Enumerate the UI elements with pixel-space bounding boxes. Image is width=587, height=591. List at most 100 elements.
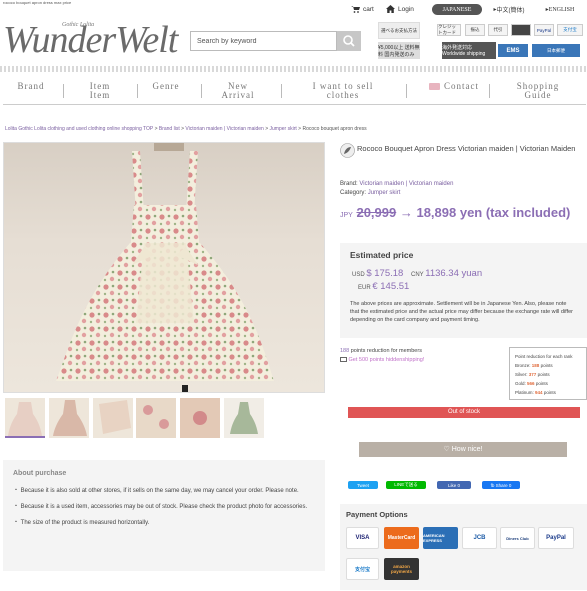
rank-row: Silver: 377 points — [515, 372, 550, 377]
lang-jp-label: JAPANESE — [442, 6, 472, 13]
breadcrumb-home[interactable]: Lolita Gothic Lolita clothing and used c… — [5, 126, 153, 132]
amazon-payments-logo: amazon payments — [384, 558, 419, 580]
about-note-3: ・ The size of the product is measured ho… — [13, 520, 150, 526]
worldwide-shipping-badge: 海外発送対応 Worldwide shipping — [442, 42, 496, 59]
free-shipping-badge: ¥5,000以上 送料無料 国内発送のみ — [378, 42, 420, 59]
thumbnail[interactable] — [180, 398, 220, 438]
diners-logo: Diners Club — [500, 527, 535, 549]
brand-icon — [340, 143, 355, 160]
nav-new-arrival[interactable]: New Arrival — [213, 82, 263, 108]
fb-share-button[interactable]: fb Share 0 — [482, 481, 520, 489]
amazon-pay-badge — [511, 24, 531, 36]
search-icon — [343, 35, 355, 47]
tweet-button[interactable]: Tweet — [348, 481, 378, 489]
breadcrumb-current: Rococo bouquet apron dress — [302, 126, 367, 132]
shipping-points[interactable]: Get 500 points hiddenshipping! — [340, 357, 424, 363]
cart-link[interactable]: cart — [351, 5, 374, 13]
brand-label: Brand: — [340, 181, 358, 187]
login-link[interactable]: Login — [386, 5, 414, 13]
estimate-note: The above prices are approximate. Settle… — [350, 301, 573, 323]
lace-divider — [0, 66, 587, 72]
nav-contact[interactable]: Contact — [421, 82, 487, 108]
thumbnail-strip — [3, 398, 325, 440]
line-button[interactable]: LINEで送る — [386, 481, 426, 489]
thumbnail[interactable] — [5, 398, 45, 438]
shipping-points-text: Get 500 points hiddenshipping! — [348, 357, 425, 363]
estimated-price-panel: Estimated price USD $ 175.18 CNY 1136.34… — [340, 243, 587, 338]
about-heading: About purchase — [13, 470, 67, 477]
language-japanese[interactable]: JAPANESE — [432, 4, 482, 15]
nice-label: How nice! — [451, 446, 483, 453]
dress-image — [56, 143, 274, 392]
nav-separator — [137, 84, 138, 98]
nav-arrival-label: Arrival — [221, 90, 255, 100]
rank-title: Point reduction for each rank — [515, 354, 573, 359]
breadcrumb-category[interactable]: Jumper skirt — [270, 126, 297, 132]
thumbnail[interactable] — [136, 398, 176, 438]
login-label: Login — [398, 5, 414, 13]
out-of-stock-badge: Out of stock — [348, 407, 580, 418]
nav-brand[interactable]: Brand — [3, 82, 59, 108]
payment-options-heading: Payment Options — [346, 510, 408, 519]
eur-label: EUR — [358, 285, 371, 291]
product-price: JPY 20,999 → 18,898 yen (tax included) — [340, 205, 585, 222]
amex-logo: AMERICAN EXPRESS — [423, 527, 458, 549]
main-nav: Brand Item Item Genre New Arrival I want t… — [3, 79, 586, 105]
nice-button[interactable]: ♡ How nice! — [359, 442, 567, 457]
member-points: 188 points reduction for members — [340, 348, 422, 354]
payment-methods-label: 選べるお支払方法 — [378, 22, 420, 39]
language-chinese[interactable]: ▸ 中文(簡体) — [486, 4, 532, 15]
nav-shopping-guide[interactable]: Shopping Guide — [505, 82, 571, 108]
nav-brand-label: Brand — [17, 81, 45, 91]
thumbnail[interactable] — [49, 398, 89, 438]
nav-sell-clothes[interactable]: I want to sell clothes — [303, 82, 383, 108]
points-value: 188 — [340, 348, 350, 354]
usd-value: $ 175.18 — [366, 268, 404, 279]
about-note-1: ・ Because it is also sold at other store… — [13, 488, 299, 494]
alipay-logo: 支付宝 — [346, 558, 379, 580]
nav-sell-label-2: clothes — [326, 90, 360, 100]
language-english[interactable]: ▸ ENGLISH — [537, 4, 583, 15]
about-note-2: ・ Because it is a used item, accessories… — [13, 504, 308, 510]
product-category: Category: Jumper skirt — [340, 190, 400, 196]
brand-link[interactable]: Victorian maiden | Victorian maiden — [359, 181, 453, 187]
rank-row: Gold: 566 points — [515, 381, 548, 386]
product-brand: Brand: Victorian maiden | Victorian maid… — [340, 181, 453, 187]
breadcrumb-brand[interactable]: Victorian maiden | Victorian maiden — [185, 126, 263, 132]
japan-post-badge: 日本郵便 — [532, 44, 580, 57]
rank-row: Bronze: 188 points — [515, 363, 553, 368]
estimate-heading: Estimated price — [350, 250, 414, 260]
nav-separator — [201, 84, 202, 98]
ems-badge: EMS — [498, 44, 528, 57]
heart-icon: ♡ — [443, 446, 450, 453]
cash-on-delivery-badge: 代引 — [488, 24, 508, 36]
product-title: Rococo Bouquet Apron Dress Victorian mai… — [357, 144, 576, 153]
fb-like-button[interactable]: Like 0 — [437, 481, 471, 489]
nav-genre-label: Genre — [152, 81, 180, 91]
breadcrumb-brand-list[interactable]: Brand list — [159, 126, 180, 132]
thumbnail[interactable] — [224, 398, 264, 438]
lang-en-label: ENGLISH — [548, 6, 575, 13]
nav-genre[interactable]: Genre — [143, 82, 189, 108]
nav-separator — [63, 84, 64, 98]
paypal-badge: PayPal — [534, 24, 554, 36]
cart-icon — [351, 6, 360, 13]
jcb-logo: JCB — [462, 527, 497, 549]
search-button[interactable] — [337, 31, 361, 51]
nav-separator — [489, 84, 490, 98]
eur-value: € 145.51 — [372, 281, 410, 292]
nav-separator — [406, 84, 407, 98]
category-link[interactable]: Jumper skirt — [368, 190, 401, 196]
credit-card-badge: クレジットカード — [437, 24, 461, 36]
nav-item[interactable]: Item Item — [75, 82, 125, 108]
nav-guide-label: Guide — [524, 90, 552, 100]
nav-item-label-2: Item — [89, 90, 111, 100]
product-main-image[interactable] — [3, 142, 325, 393]
nav-separator — [281, 84, 282, 98]
price-old: 20,999 — [356, 205, 397, 220]
cny-value: 1136.34 yuan — [425, 268, 483, 279]
page-tagline: rococo bouquet apron dress max price — [3, 0, 72, 5]
about-purchase-panel: About purchase ・ Because it is also sold… — [3, 460, 325, 571]
thumbnail[interactable] — [93, 398, 133, 438]
search-input[interactable] — [190, 31, 337, 51]
